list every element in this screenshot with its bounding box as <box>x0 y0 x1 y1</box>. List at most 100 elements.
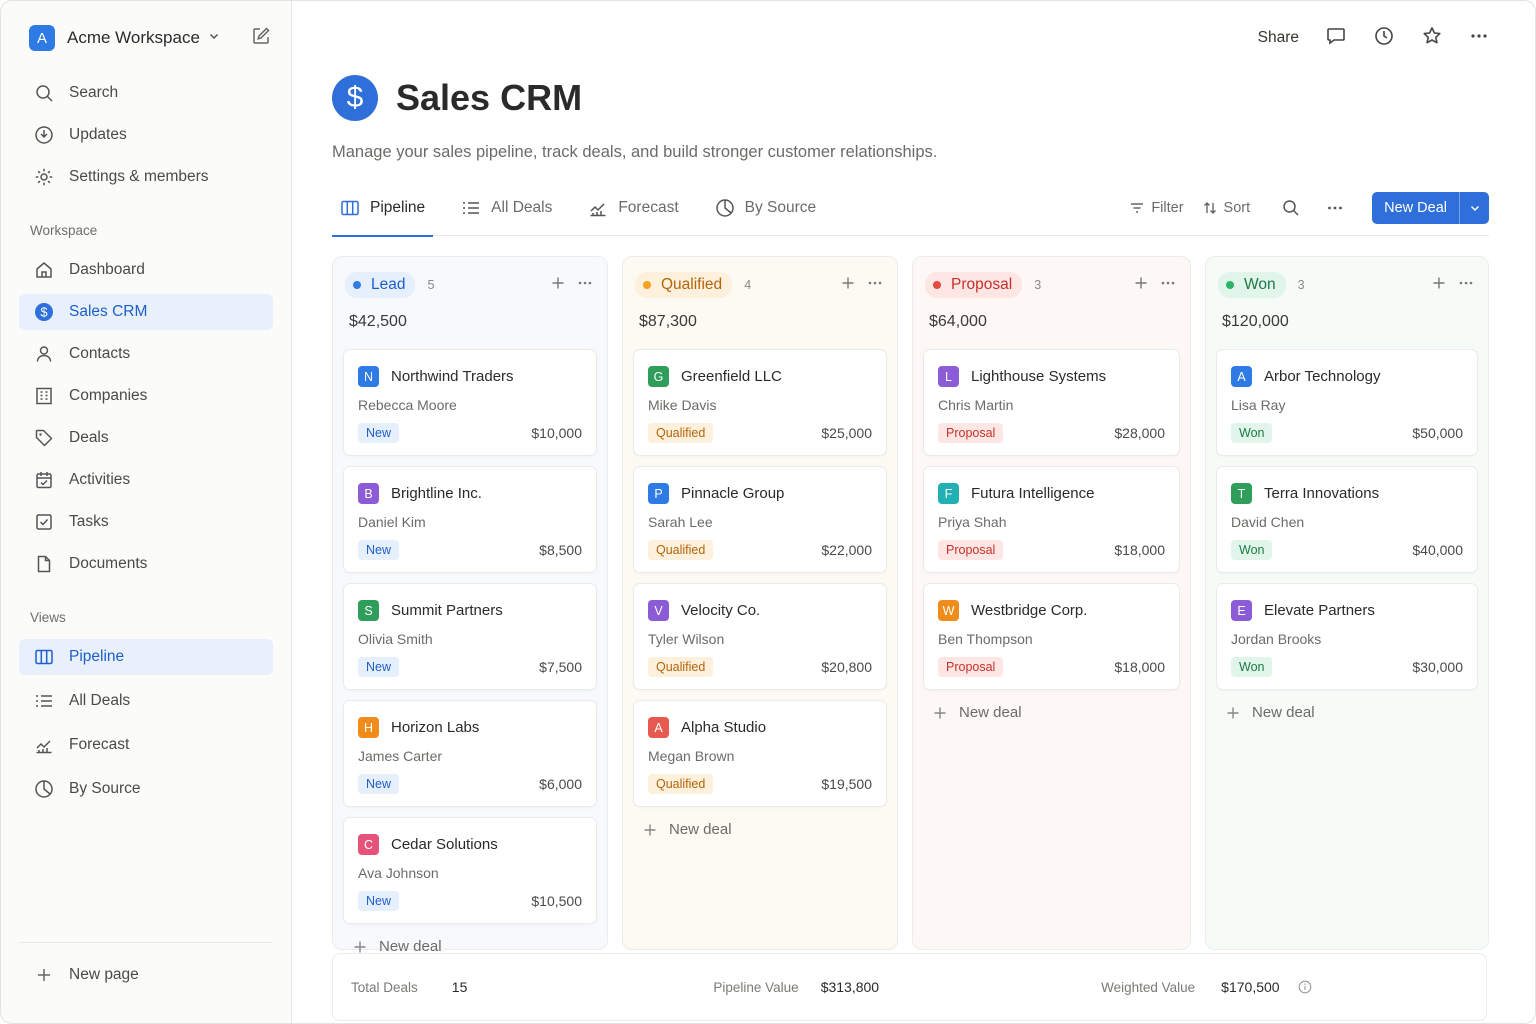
company-name: Greenfield LLC <box>681 368 782 385</box>
new-page-label: New page <box>69 966 139 983</box>
deal-amount: $40,000 <box>1412 542 1463 558</box>
star-icon[interactable] <box>1421 25 1443 52</box>
history-icon[interactable] <box>1373 25 1395 52</box>
plus-icon[interactable] <box>841 276 855 295</box>
company-name: Summit Partners <box>391 602 503 619</box>
share-button[interactable]: Share <box>1258 29 1299 47</box>
status-badge: Qualified <box>648 657 714 677</box>
deal-card[interactable]: B Brightline Inc. Daniel Kim New $8,500 <box>343 466 597 573</box>
sidebar-item-label: Dashboard <box>69 261 145 278</box>
sidebar-item-pipeline[interactable]: Pipeline <box>19 639 273 675</box>
company-avatar: S <box>358 600 379 621</box>
deal-card[interactable]: H Horizon Labs James Carter New $6,000 <box>343 700 597 807</box>
plus-icon <box>933 706 947 720</box>
sidebar-item-label: Updates <box>69 126 127 143</box>
search-icon[interactable] <box>1282 199 1300 217</box>
stage-pill[interactable]: Qualified <box>635 272 733 298</box>
deal-card[interactable]: C Cedar Solutions Ava Johnson New $10,50… <box>343 817 597 924</box>
contact-name: Chris Martin <box>938 397 1014 413</box>
deal-card[interactable]: S Summit Partners Olivia Smith New $7,50… <box>343 583 597 690</box>
stage-pill[interactable]: Won <box>1218 272 1286 298</box>
board-icon <box>340 198 360 218</box>
tab-forecast[interactable]: Forecast <box>580 180 686 236</box>
new-deal-row-button[interactable]: New deal <box>1216 704 1478 721</box>
company-avatar: H <box>358 717 379 738</box>
company-avatar: G <box>648 366 669 387</box>
company-name: Elevate Partners <box>1264 602 1375 619</box>
new-deal-button[interactable]: New Deal <box>1372 191 1489 224</box>
sidebar-item-all-deals[interactable]: All Deals <box>19 683 273 719</box>
deal-card[interactable]: N Northwind Traders Rebecca Moore New $1… <box>343 349 597 456</box>
deal-count: 3 <box>1034 278 1042 292</box>
status-badge: Proposal <box>938 657 1004 677</box>
new-deal-row-button[interactable]: New deal <box>923 704 1180 721</box>
sidebar-item-forecast[interactable]: Forecast <box>19 727 273 763</box>
sidebar-item-tasks[interactable]: Tasks <box>19 504 273 540</box>
sidebar-item-by-source[interactable]: By Source <box>19 771 273 807</box>
new-deal-row-button[interactable]: New deal <box>633 821 887 838</box>
deal-card[interactable]: F Futura Intelligence Priya Shah Proposa… <box>923 466 1180 573</box>
deal-count: 5 <box>427 278 435 292</box>
sidebar-item-dashboard[interactable]: Dashboard <box>19 252 273 288</box>
deal-card[interactable]: W Westbridge Corp. Ben Thompson Proposal… <box>923 583 1180 690</box>
more-icon[interactable] <box>867 276 883 295</box>
status-badge: Qualified <box>648 540 714 560</box>
info-icon[interactable] <box>1298 980 1312 994</box>
sort-button[interactable]: Sort <box>1202 200 1250 216</box>
plus-icon[interactable] <box>1134 276 1148 295</box>
company-name: Velocity Co. <box>681 602 761 619</box>
deal-card[interactable]: A Arbor Technology Lisa Ray Won $50,000 <box>1216 349 1478 456</box>
contact-name: David Chen <box>1231 514 1305 530</box>
chevron-down-icon[interactable] <box>1459 191 1489 224</box>
stage-name: Lead <box>371 276 406 293</box>
deal-amount: $7,500 <box>539 659 582 675</box>
deal-card[interactable]: A Alpha Studio Megan Brown Qualified $19… <box>633 700 887 807</box>
filter-button[interactable]: Filter <box>1129 200 1184 216</box>
more-icon[interactable] <box>1469 26 1489 51</box>
status-badge: New <box>358 423 400 443</box>
more-icon[interactable] <box>1326 199 1344 217</box>
sidebar-item-documents[interactable]: Documents <box>19 546 273 582</box>
sidebar-item-search[interactable]: Search <box>19 75 273 111</box>
compose-icon[interactable] <box>251 26 271 51</box>
stage-pill[interactable]: Lead <box>345 272 416 298</box>
sidebar-item-companies[interactable]: Companies <box>19 378 273 414</box>
deal-card[interactable]: L Lighthouse Systems Chris Martin Propos… <box>923 349 1180 456</box>
sidebar-item-sales-crm[interactable]: $ Sales CRM <box>19 294 273 330</box>
plus-icon[interactable] <box>551 276 565 295</box>
more-icon[interactable] <box>1458 276 1474 295</box>
plus-icon[interactable] <box>1432 276 1446 295</box>
weighted-value: $170,500 <box>1221 979 1280 995</box>
weighted-value-label: Weighted Value <box>1101 979 1196 995</box>
company-name: Horizon Labs <box>391 719 480 736</box>
plus-icon <box>643 823 657 837</box>
gear-icon <box>33 166 55 188</box>
deal-card[interactable]: T Terra Innovations David Chen Won $40,0… <box>1216 466 1478 573</box>
new-page-button[interactable]: New page <box>19 957 273 993</box>
sidebar-item-activities[interactable]: Activities <box>19 462 273 498</box>
board-icon <box>33 646 55 668</box>
sidebar-item-updates[interactable]: Updates <box>19 117 273 153</box>
sidebar-item-deals[interactable]: Deals <box>19 420 273 456</box>
tab-all-deals[interactable]: All Deals <box>453 180 560 236</box>
comment-icon[interactable] <box>1325 25 1347 52</box>
deal-card[interactable]: E Elevate Partners Jordan Brooks Won $30… <box>1216 583 1478 690</box>
status-badge: New <box>358 657 400 677</box>
company-name: Brightline Inc. <box>391 485 482 502</box>
chevron-down-icon <box>208 29 220 47</box>
deal-card[interactable]: P Pinnacle Group Sarah Lee Qualified $22… <box>633 466 887 573</box>
sidebar-item-settings-members[interactable]: Settings & members <box>19 159 273 195</box>
deal-card[interactable]: V Velocity Co. Tyler Wilson Qualified $2… <box>633 583 887 690</box>
deal-card[interactable]: G Greenfield LLC Mike Davis Qualified $2… <box>633 349 887 456</box>
sidebar-item-contacts[interactable]: Contacts <box>19 336 273 372</box>
company-avatar: F <box>938 483 959 504</box>
stage-pill[interactable]: Proposal <box>925 272 1023 298</box>
tab-by-source[interactable]: By Source <box>707 180 825 236</box>
workspace-switcher[interactable]: A Acme Workspace <box>19 1 273 75</box>
contact-name: Jordan Brooks <box>1231 631 1322 647</box>
more-icon[interactable] <box>1160 276 1176 295</box>
tab-pipeline[interactable]: Pipeline <box>332 180 434 237</box>
deal-count: 3 <box>1297 278 1305 292</box>
more-icon[interactable] <box>577 276 593 295</box>
pipeline-value: $313,800 <box>820 979 880 995</box>
